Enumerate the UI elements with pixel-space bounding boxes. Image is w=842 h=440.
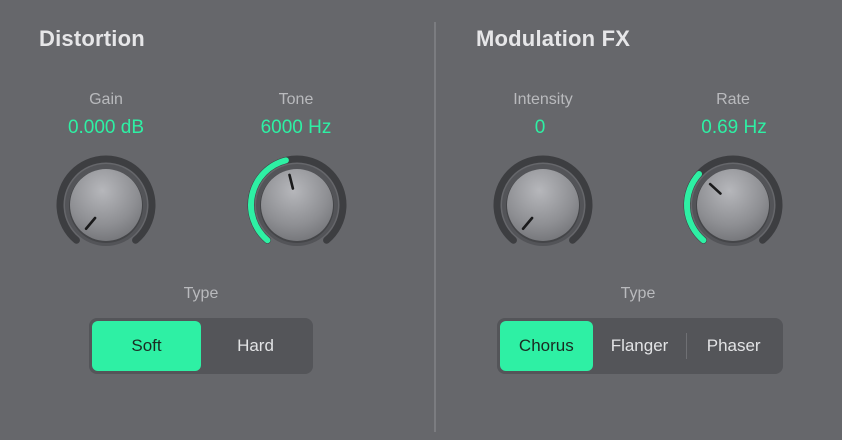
- type-chorus-button[interactable]: Chorus: [500, 321, 593, 371]
- distortion-type-label: Type: [183, 285, 219, 302]
- knob-cap: [70, 169, 142, 241]
- modulation-panel: Modulation FX Intensity 0 Rate 0.69 Hz T…: [436, 0, 842, 440]
- gain-label: Gain: [89, 91, 123, 108]
- type-flanger-label: Flanger: [610, 336, 669, 355]
- tone-label: Tone: [278, 91, 314, 108]
- knob-graphic: [56, 155, 156, 246]
- type-hard-button[interactable]: Hard: [201, 321, 310, 371]
- knob-graphic: [493, 155, 593, 246]
- type-chorus-label: Chorus: [518, 336, 574, 355]
- knob-cap: [261, 169, 333, 241]
- knob-graphic: [247, 155, 347, 246]
- intensity-knob[interactable]: [488, 150, 598, 260]
- tone-knob[interactable]: [242, 150, 352, 260]
- tone-value: 6000 Hz: [260, 117, 332, 138]
- type-soft-label: Soft: [131, 336, 162, 355]
- gain-knob[interactable]: [51, 150, 161, 260]
- gain-value: 0.000 dB: [67, 117, 145, 138]
- modulation-type-selector: Chorus Flanger Phaser: [497, 318, 783, 374]
- knob-cap: [507, 169, 579, 241]
- type-soft-button[interactable]: Soft: [92, 321, 201, 371]
- modulation-type-label: Type: [620, 285, 656, 302]
- distortion-panel: Distortion Gain 0.000 dB Tone 6000 Hz Ty…: [0, 0, 435, 440]
- intensity-label: Intensity: [513, 91, 573, 108]
- rate-label: Rate: [716, 91, 750, 108]
- intensity-value: 0: [534, 117, 546, 138]
- type-phaser-button[interactable]: Phaser: [687, 321, 780, 371]
- knob-cap: [697, 169, 769, 241]
- knob-graphic: [683, 155, 783, 246]
- distortion-title: Distortion: [39, 26, 145, 51]
- type-phaser-label: Phaser: [706, 336, 761, 355]
- type-flanger-button[interactable]: Flanger: [593, 321, 687, 371]
- rate-value: 0.69 Hz: [701, 117, 767, 138]
- rate-knob[interactable]: [678, 150, 788, 260]
- modulation-title: Modulation FX: [476, 26, 631, 51]
- type-hard-label: Hard: [237, 336, 274, 355]
- distortion-type-selector: Soft Hard: [89, 318, 313, 374]
